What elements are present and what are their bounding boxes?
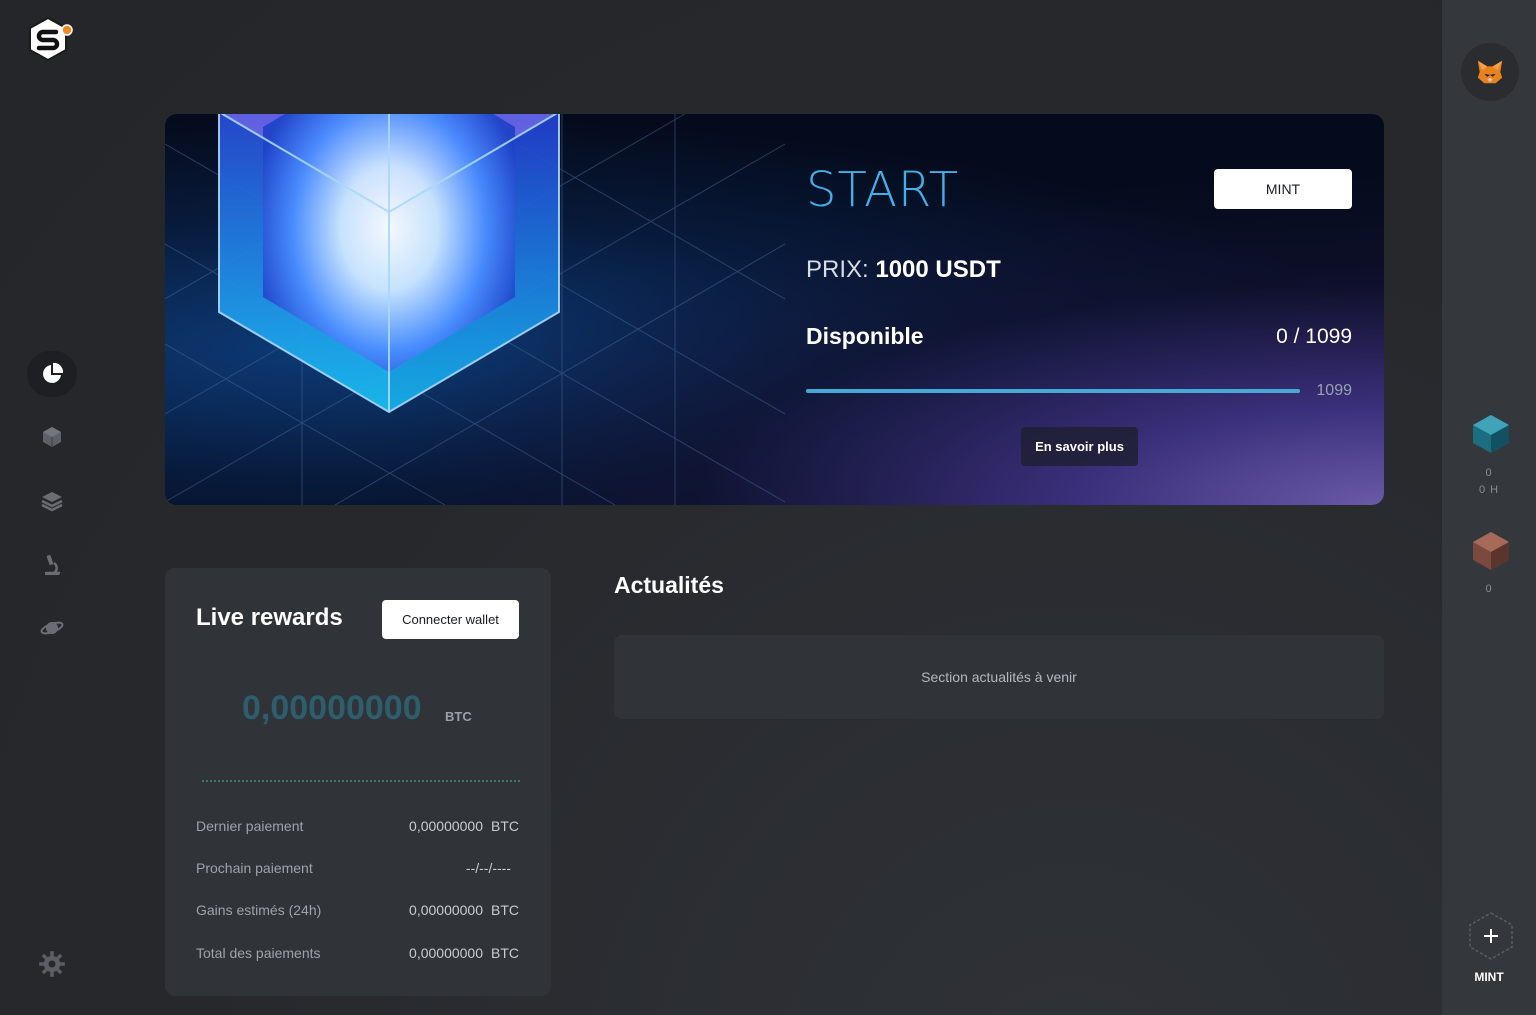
nav-cubes[interactable] bbox=[27, 414, 77, 460]
mint-button[interactable]: MINT bbox=[1214, 169, 1352, 209]
cube-icon bbox=[43, 427, 61, 447]
price-value: 1000 USDT bbox=[875, 256, 1001, 283]
metamask-fox-icon bbox=[1477, 60, 1503, 84]
cube1-hashrate: 0 H bbox=[1478, 484, 1500, 496]
microscope-icon bbox=[45, 554, 60, 575]
nav-dashboard[interactable] bbox=[27, 351, 77, 397]
plus-icon bbox=[1484, 929, 1498, 943]
app-root: START MINT PRIX: 1000 USDT Disponible 0 … bbox=[0, 0, 1536, 1015]
live-rewards-card: Live rewards Connecter wallet 0,00000000… bbox=[165, 568, 551, 996]
rewards-amount: 0,00000000 bbox=[242, 689, 422, 727]
mint-add-button[interactable] bbox=[1468, 911, 1514, 961]
planet-icon bbox=[40, 621, 64, 635]
rewards-amount-unit: BTC bbox=[445, 709, 472, 724]
divider bbox=[202, 780, 520, 782]
stat-label: Total des paiements bbox=[196, 945, 321, 961]
sidebar-right: 0 0 H 0 MINT bbox=[1442, 0, 1536, 1015]
stat-value: 0,00000000 BTC bbox=[409, 945, 519, 961]
news-placeholder: Section actualités à venir bbox=[614, 635, 1384, 719]
nav-lab[interactable] bbox=[27, 542, 77, 588]
stat-label: Gains estimés (24h) bbox=[196, 902, 322, 918]
layers-icon bbox=[41, 492, 63, 512]
stat-row-estimated-gains: Gains estimés (24h) 0,00000000 BTC bbox=[196, 900, 519, 920]
stat-row-last-payment: Dernier paiement 0,00000000 BTC bbox=[196, 816, 519, 836]
gear-icon[interactable] bbox=[38, 950, 66, 978]
stat-label: Dernier paiement bbox=[196, 818, 304, 834]
s-hex-logo-icon[interactable] bbox=[26, 16, 74, 64]
stat-value: 0,00000000 BTC bbox=[409, 818, 519, 834]
pie-chart-icon bbox=[43, 362, 64, 383]
stat-label: Prochain paiement bbox=[196, 860, 313, 876]
wallet-button[interactable] bbox=[1461, 43, 1519, 101]
learn-more-button[interactable]: En savoir plus bbox=[1021, 427, 1138, 466]
cube2-count: 0 bbox=[1485, 583, 1493, 595]
nav-layers[interactable] bbox=[27, 478, 77, 524]
progress-label: 1099 bbox=[1316, 382, 1352, 399]
available-label: Disponible bbox=[806, 323, 924, 349]
availability-progress bbox=[806, 389, 1300, 393]
connect-wallet-button[interactable]: Connecter wallet bbox=[382, 600, 519, 639]
nav-planet[interactable] bbox=[27, 605, 77, 651]
available-count: 0 / 1099 bbox=[1276, 325, 1352, 348]
stat-row-total-payments: Total des paiements 0,00000000 BTC bbox=[196, 943, 519, 963]
stat-value: --/--/---- bbox=[465, 860, 511, 876]
cube-icon[interactable] bbox=[1472, 414, 1510, 454]
progress-fill bbox=[806, 389, 1300, 393]
cube-illustration bbox=[218, 114, 560, 414]
mint-label: MINT bbox=[1474, 970, 1504, 984]
hero-banner: START MINT PRIX: 1000 USDT Disponible 0 … bbox=[165, 114, 1384, 505]
price-label: PRIX: bbox=[806, 256, 869, 283]
stat-value: 0,00000000 BTC bbox=[409, 902, 519, 918]
cube1-count: 0 bbox=[1485, 467, 1493, 479]
sidebar-left bbox=[0, 0, 104, 1015]
cube-icon[interactable] bbox=[1472, 531, 1510, 571]
stat-row-next-payment: Prochain paiement --/--/---- bbox=[196, 858, 519, 878]
hero-title: START bbox=[806, 162, 960, 218]
rewards-title: Live rewards bbox=[196, 604, 343, 631]
price-line: PRIX: 1000 USDT bbox=[806, 256, 1001, 284]
news-title: Actualités bbox=[614, 572, 724, 598]
